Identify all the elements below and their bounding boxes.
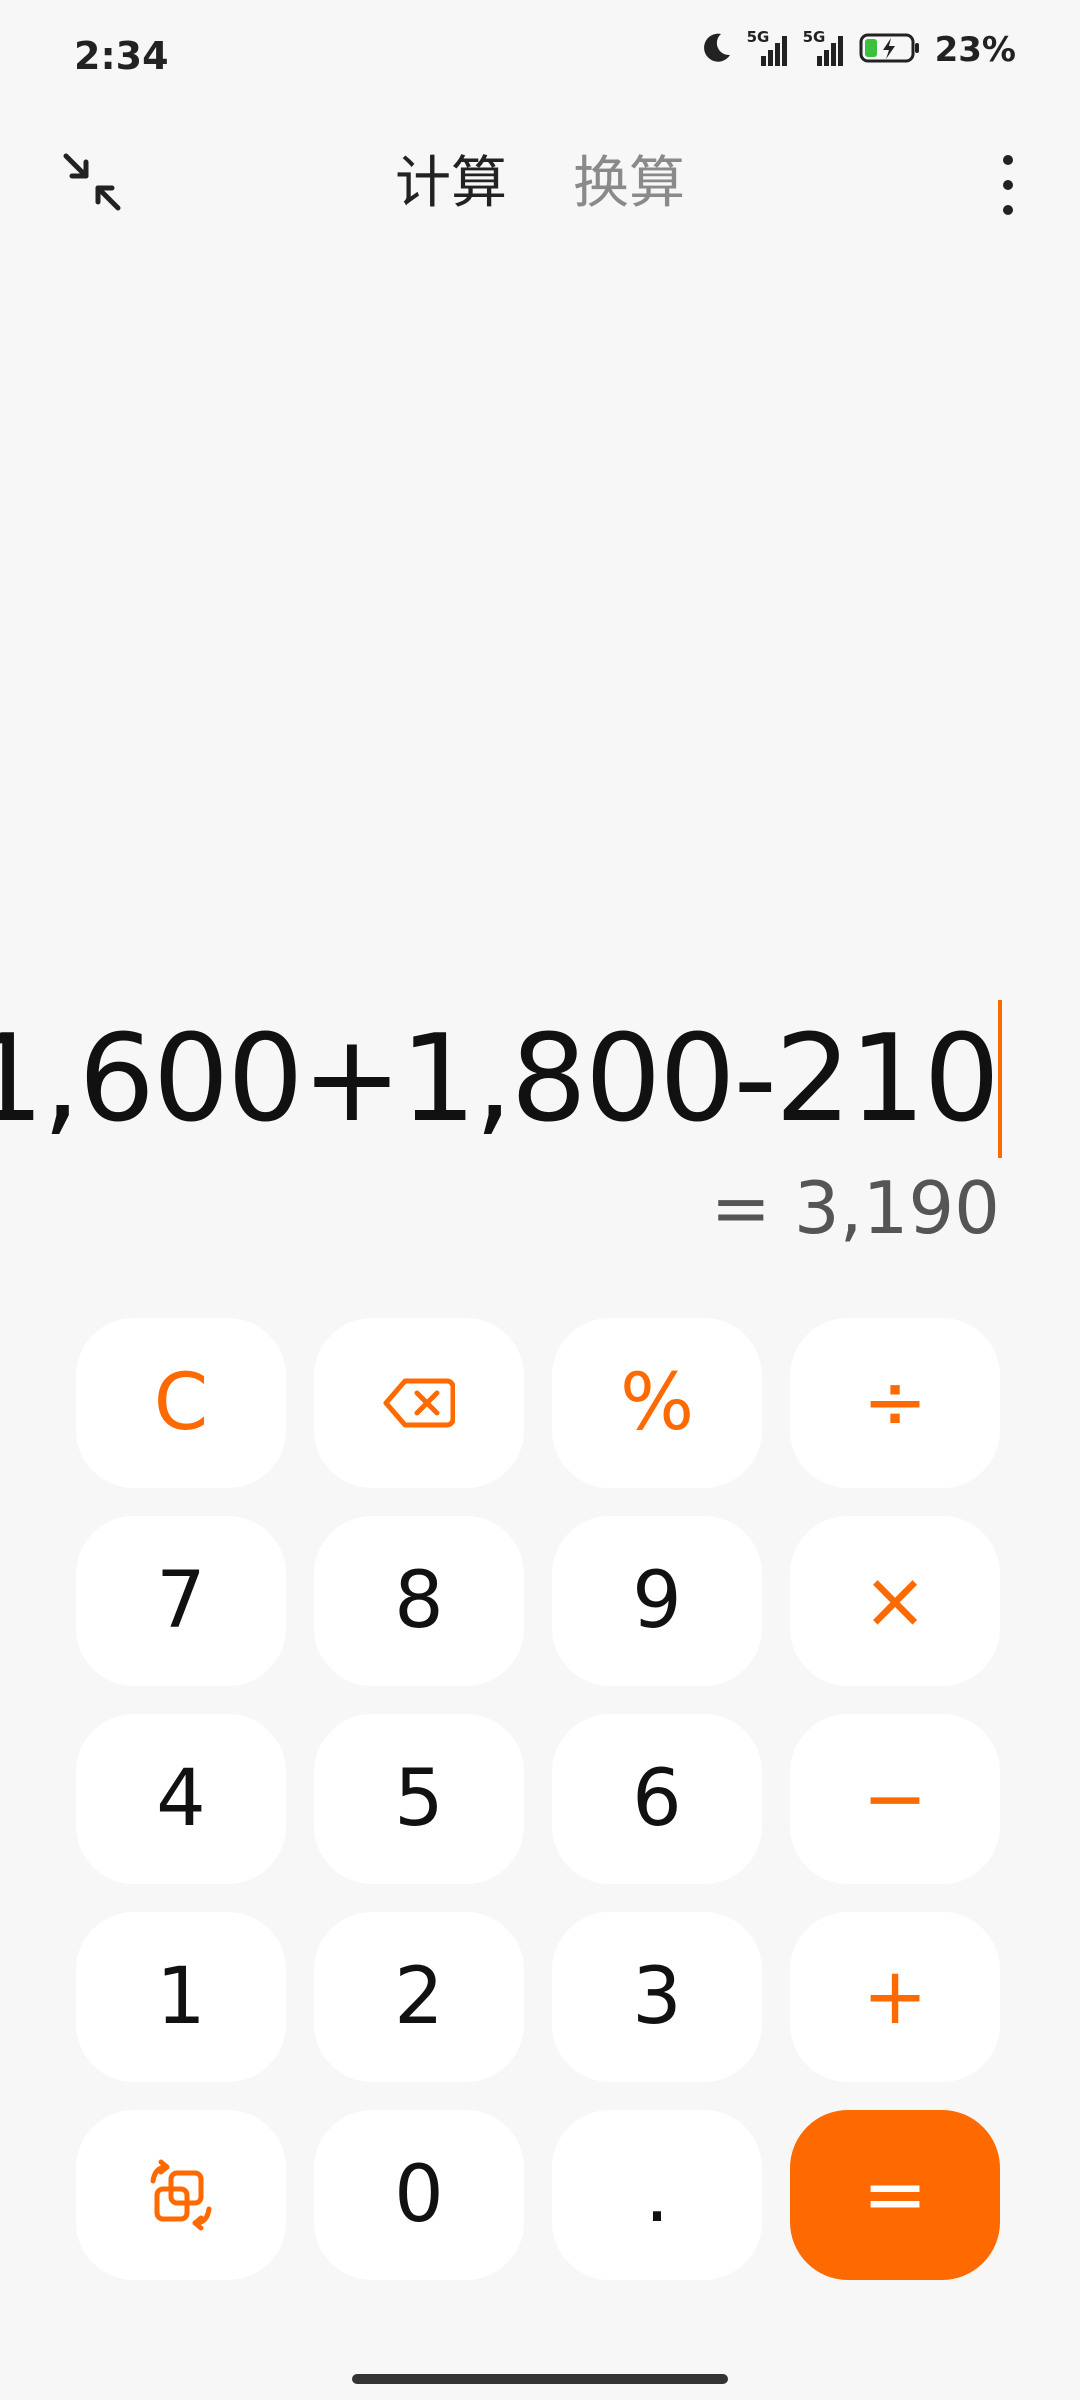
digit-2-button[interactable]: 2 [314,1912,524,2082]
home-indicator[interactable] [352,2374,728,2384]
digit-6-button[interactable]: 6 [552,1714,762,1884]
divide-button[interactable]: ÷ [790,1318,1000,1488]
moon-icon [699,31,733,69]
digit-9-button[interactable]: 9 [552,1516,762,1686]
more-options-button[interactable] [988,150,1028,220]
digit-7-button[interactable]: 7 [76,1516,286,1686]
mode-tabs: 计算 换算 [0,144,1080,224]
signal-icon-1: 5G [747,28,789,68]
tab-calculate[interactable]: 计算 [395,144,507,224]
add-button[interactable]: + [790,1912,1000,2082]
status-icons: 5G 5G 23% [699,28,1016,70]
calculator-screen: 2:34 5G 5G 23% 计算 换算 1,600+1,800-210 = 3… [0,0,1080,2400]
expression-display[interactable]: 1,600+1,800-210 [0,1004,1000,1154]
percent-button[interactable]: % [552,1318,762,1488]
keypad: C % ÷ 7 8 9 × 4 5 6 − 1 2 3 + 0 . = [76,1318,1000,2280]
digit-3-button[interactable]: 3 [552,1912,762,2082]
subtract-button[interactable]: − [790,1714,1000,1884]
more-vertical-icon [1003,155,1013,215]
battery-icon [859,31,921,69]
multiply-button[interactable]: × [790,1516,1000,1686]
status-time: 2:34 [74,34,169,78]
backspace-icon [383,1378,455,1428]
tab-convert[interactable]: 换算 [573,144,685,224]
signal-icon-2: 5G [803,28,845,68]
switch-mode-icon [150,2159,212,2231]
backspace-button[interactable] [314,1318,524,1488]
digit-1-button[interactable]: 1 [76,1912,286,2082]
decimal-button[interactable]: . [552,2110,762,2280]
result-preview: = 3,190 [710,1166,1000,1250]
digit-0-button[interactable]: 0 [314,2110,524,2280]
switch-mode-button[interactable] [76,2110,286,2280]
battery-percent: 23% [934,30,1016,70]
digit-4-button[interactable]: 4 [76,1714,286,1884]
equals-button[interactable]: = [790,2110,1000,2280]
clear-button[interactable]: C [76,1318,286,1488]
digit-8-button[interactable]: 8 [314,1516,524,1686]
digit-5-button[interactable]: 5 [314,1714,524,1884]
text-cursor [998,1000,1002,1158]
